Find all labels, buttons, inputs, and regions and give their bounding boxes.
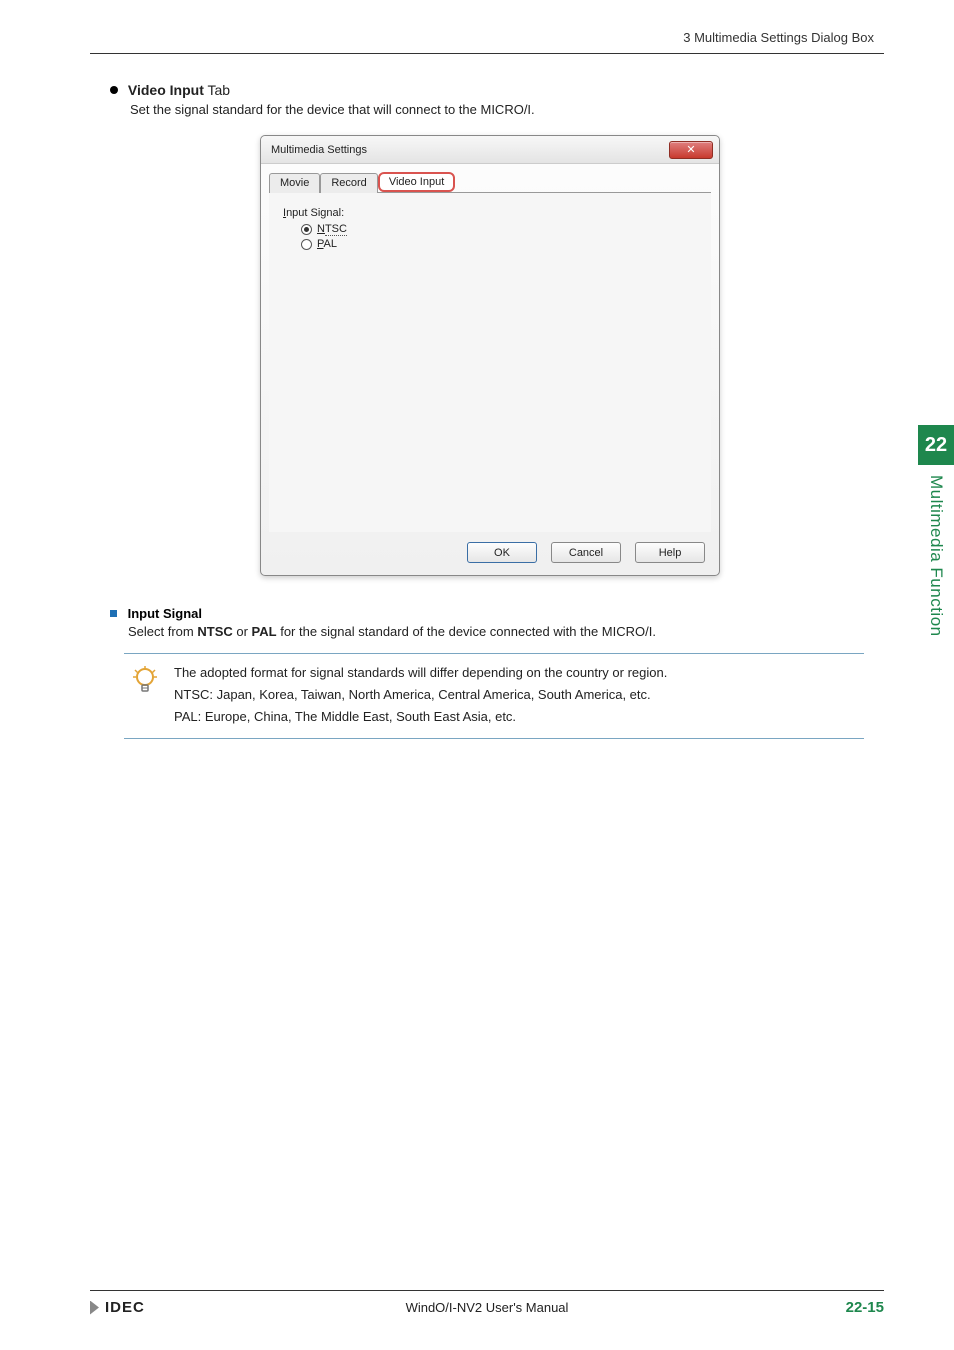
chapter-title-vertical: Multimedia Function xyxy=(926,475,946,637)
radio-ntsc-label: NTSC xyxy=(317,223,347,235)
multimedia-settings-dialog: Multimedia Settings ✕ Movie Record Video… xyxy=(260,135,720,576)
footer-center-text: WindO/I-NV2 User's Manual xyxy=(90,1300,884,1315)
chapter-number-badge: 22 xyxy=(918,425,954,465)
dialog-screenshot: Multimedia Settings ✕ Movie Record Video… xyxy=(260,135,720,576)
radio-icon xyxy=(301,224,312,235)
radio-icon xyxy=(301,239,312,250)
page-header: 3 Multimedia Settings Dialog Box xyxy=(90,30,884,54)
ok-button[interactable]: OK xyxy=(467,542,537,563)
square-bullet-icon xyxy=(110,610,117,617)
subsection-description: Select from NTSC or PAL for the signal s… xyxy=(128,624,884,639)
section-title-suffix: Tab xyxy=(204,82,230,98)
chapter-side-tab: 22 Multimedia Function xyxy=(918,425,954,637)
tip-line: The adopted format for signal standards … xyxy=(174,662,667,684)
section-title-bold: Video Input xyxy=(128,82,204,98)
cancel-button[interactable]: Cancel xyxy=(551,542,621,563)
help-button[interactable]: Help xyxy=(635,542,705,563)
tip-line: PAL: Europe, China, The Middle East, Sou… xyxy=(174,706,667,728)
dialog-button-row: OK Cancel Help xyxy=(261,532,719,575)
subsection-title: Input Signal xyxy=(128,606,202,621)
lightbulb-icon xyxy=(130,662,160,728)
bullet-icon xyxy=(110,86,118,94)
section-description: Set the signal standard for the device t… xyxy=(130,102,884,117)
tip-line: NTSC: Japan, Korea, Taiwan, North Americ… xyxy=(174,684,667,706)
radio-ntsc[interactable]: NTSC xyxy=(301,223,701,235)
tab-video-input[interactable]: Video Input xyxy=(378,172,455,192)
section-heading: Video Input Tab xyxy=(110,82,884,98)
page-footer: IDEC WindO/I-NV2 User's Manual 22-15 xyxy=(90,1290,884,1316)
radio-pal[interactable]: PAL xyxy=(301,238,701,250)
tab-panel: Input Signal: NTSC PAL xyxy=(269,192,711,532)
tip-callout: The adopted format for signal standards … xyxy=(124,653,864,739)
tab-movie[interactable]: Movie xyxy=(269,173,320,193)
dialog-titlebar: Multimedia Settings ✕ xyxy=(261,136,719,164)
subsection-heading: Input Signal xyxy=(110,606,884,621)
dialog-tabs: Movie Record Video Input xyxy=(261,164,719,192)
tab-record[interactable]: Record xyxy=(320,173,377,193)
tip-text: The adopted format for signal standards … xyxy=(174,662,667,728)
close-button[interactable]: ✕ xyxy=(669,141,713,159)
close-icon: ✕ xyxy=(686,143,695,156)
input-signal-label: Input Signal: xyxy=(283,207,701,219)
dialog-title: Multimedia Settings xyxy=(271,144,367,156)
radio-pal-label: PAL xyxy=(317,238,337,250)
